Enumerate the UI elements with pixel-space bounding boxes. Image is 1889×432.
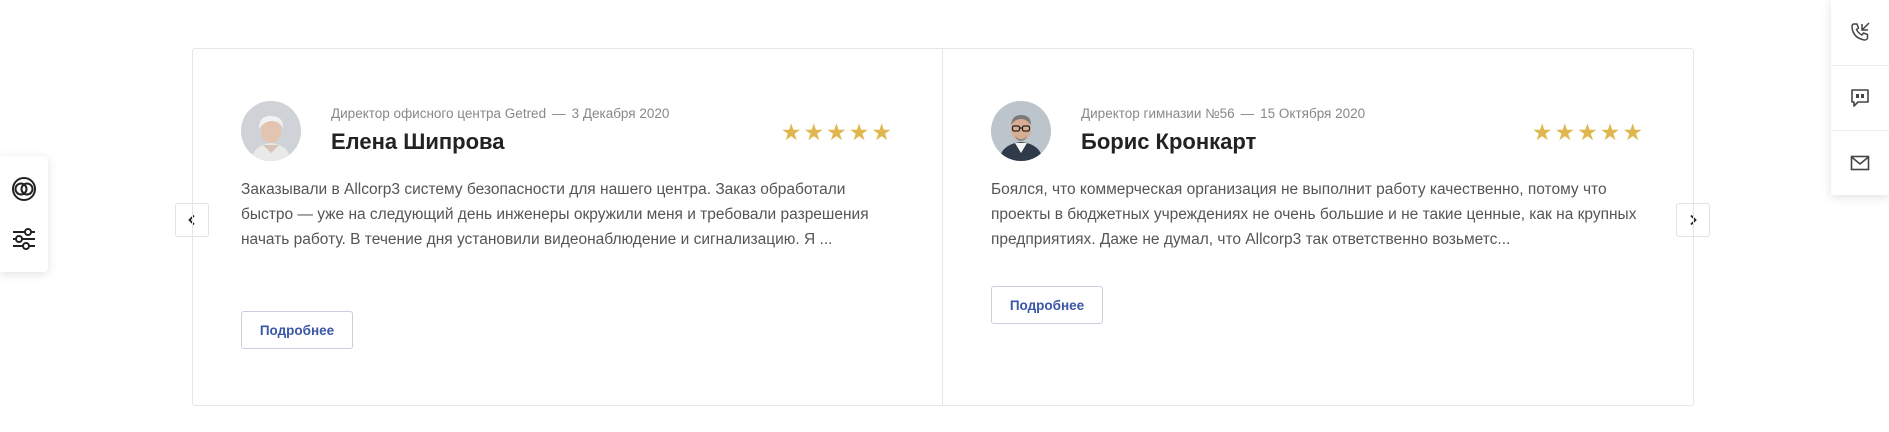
theme-toggle-button[interactable] xyxy=(0,164,48,214)
settings-sliders-icon xyxy=(13,228,35,250)
reviews-carousel: Директор офисного центра Getred — 3 Декабр… xyxy=(192,48,1694,406)
theme-icon xyxy=(12,177,36,201)
review-meta: Директор гимназии №56 — 15 Октября 2020 xyxy=(1081,106,1365,121)
rating-stars: ★★★★★ xyxy=(780,119,894,145)
review-text: Заказывали в Allcorp3 систему безопаснос… xyxy=(241,181,869,248)
chat-icon xyxy=(1851,89,1869,107)
review-position: Директор офисного центра Getred xyxy=(331,106,547,121)
reviewer-name: Елена Шипрова xyxy=(331,129,505,154)
separator-dash: — xyxy=(552,106,566,121)
callback-button[interactable] xyxy=(1831,0,1889,64)
mail-button[interactable] xyxy=(1831,130,1889,195)
right-floating-toolbar xyxy=(1831,0,1889,195)
review-date: 15 Октября 2020 xyxy=(1260,106,1366,121)
left-floating-toolbar xyxy=(0,156,48,272)
avatar xyxy=(241,101,301,161)
reviewer-name: Борис Кронкарт xyxy=(1081,129,1257,154)
rating-stars: ★★★★★ xyxy=(1531,119,1645,145)
review-position: Директор гимназии №56 xyxy=(1081,106,1235,121)
review-card: Директор гимназии №56 — 15 Октября 2020 Бо… xyxy=(943,49,1693,405)
callback-phone-icon xyxy=(1851,22,1870,41)
more-button[interactable]: Подробнее xyxy=(241,311,353,349)
review-card: Директор офисного центра Getred — 3 Декабр… xyxy=(193,49,943,405)
separator-dash: — xyxy=(1240,106,1255,121)
settings-button[interactable] xyxy=(0,214,48,264)
review-date: 3 Декабря 2020 xyxy=(571,106,670,121)
chat-button[interactable] xyxy=(1831,65,1889,130)
review-text: Боялся, что коммерческая организация не … xyxy=(991,181,1637,248)
more-button[interactable]: Подробнее xyxy=(991,286,1103,324)
review-meta: Директор офисного центра Getred — 3 Декабр… xyxy=(331,106,669,121)
avatar xyxy=(991,101,1051,161)
mail-icon xyxy=(1850,155,1870,171)
